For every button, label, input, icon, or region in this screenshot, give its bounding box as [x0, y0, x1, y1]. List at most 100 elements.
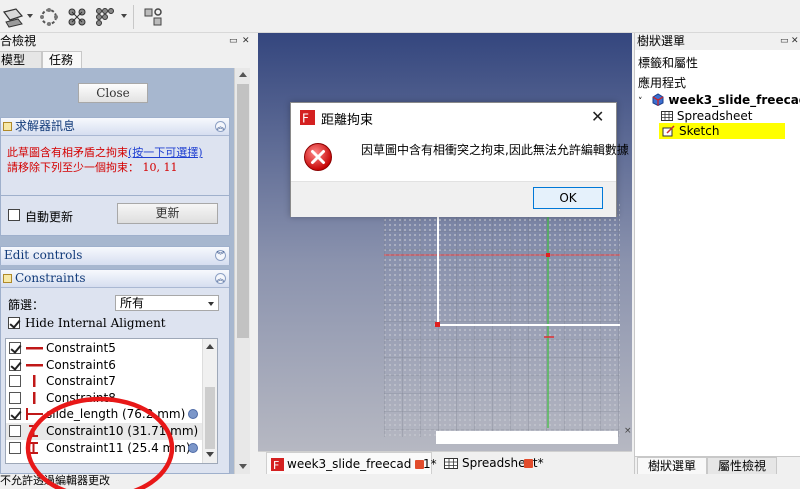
dialog-titlebar: F 距離拘束 ✕	[291, 103, 616, 131]
solver-message-line2: 請移除下列至少一個拘束： 10, 11	[7, 159, 178, 175]
scroll-down-icon[interactable]	[206, 452, 214, 457]
remove-constraint-text: 請移除下列至少一個拘束：	[7, 161, 139, 174]
tree-item-label: Sketch	[679, 124, 720, 138]
auto-update-checkbox[interactable]	[8, 209, 20, 221]
solver-messages-title: 求解器訊息	[15, 119, 76, 133]
toolbar	[0, 0, 800, 33]
svg-text:F: F	[273, 459, 279, 471]
tree-item-label: week3_slide_freecad	[668, 93, 800, 107]
sketch-icon	[662, 125, 675, 137]
constraint-list-scrollbar[interactable]	[202, 339, 217, 463]
edit-controls-title: Edit controls	[4, 248, 83, 262]
labels-header: 標籤和屬性	[638, 56, 699, 70]
folder-icon	[3, 274, 12, 283]
filter-value: 所有	[120, 296, 145, 310]
right-panel-tabs: 樹狀選單 屬性檢視	[635, 456, 800, 474]
collapse-icon[interactable]: ︽	[215, 121, 226, 132]
select-conflicts-link[interactable]: (按一下可選擇)	[128, 146, 203, 159]
tree-view-panel: 樹狀選單 ▭ ✕ 標籤和屬性 應用程式 ˅ week3_slide_freeca…	[634, 33, 800, 474]
sync-icon[interactable]	[38, 6, 60, 28]
freecad-icon: F	[300, 110, 315, 125]
tab-week3-slide-freecad[interactable]: F week3_slide_freecad : 1*	[266, 452, 437, 474]
panel-title: 樹狀選單	[635, 33, 800, 50]
panel-title: 合檢視	[0, 34, 37, 48]
ok-button[interactable]: OK	[533, 187, 603, 209]
settings-icon[interactable]	[142, 6, 164, 28]
constraints-title: Constraints	[15, 271, 86, 285]
chevron-down-icon[interactable]	[27, 14, 33, 18]
scroll-up-icon[interactable]	[239, 72, 247, 77]
grid-icon[interactable]	[66, 6, 88, 28]
freecad-icon: F	[271, 458, 284, 471]
tab-tree-view[interactable]: 樹狀選單	[637, 457, 707, 474]
auto-update-label: 自動更新	[25, 210, 74, 224]
annotation-circle	[25, 396, 175, 489]
solver-messages-header[interactable]: 求解器訊息 ︽	[1, 118, 229, 136]
horizontal-constraint-icon	[25, 342, 45, 354]
svg-text:×: ×	[624, 426, 632, 436]
folder-icon	[3, 122, 12, 131]
close-icon[interactable]: ✕	[242, 36, 250, 46]
close-button[interactable]: Close	[78, 83, 148, 103]
document-icon	[652, 93, 664, 106]
tree-item-sketch[interactable]: Sketch	[659, 123, 785, 139]
tab-tasks[interactable]: 任務	[42, 51, 82, 68]
chevron-down-icon	[208, 302, 214, 306]
constraints-header[interactable]: Constraints ︽	[1, 270, 229, 288]
distance-constraint-dialog: F 距離拘束 ✕ 因草圖中含有相衝突之拘束,因此無法允許編輯數據 OK	[290, 102, 629, 217]
edit-controls-box: Edit controls ︾	[0, 246, 230, 265]
update-button[interactable]: 更新	[117, 203, 218, 224]
close-tab-icon[interactable]	[415, 460, 424, 469]
close-tab-icon[interactable]	[524, 459, 533, 468]
solver-message-line1: 此草圖含有相矛盾之拘束(按一下可選擇)	[7, 144, 203, 160]
conflict-ids: 10, 11	[142, 161, 178, 174]
constraint-checkbox[interactable]	[9, 358, 21, 371]
svg-text:F: F	[302, 112, 309, 126]
solver-messages-box: 求解器訊息 ︽ 此草圖含有相矛盾之拘束(按一下可選擇) 請移除下列至少一個拘束：…	[0, 117, 230, 196]
application-label: 應用程式	[638, 76, 687, 90]
array-icon[interactable]	[94, 6, 116, 28]
close-icon[interactable]: ✕	[791, 36, 799, 46]
tree-item-label: Spreadsheet	[676, 109, 753, 123]
close-icon[interactable]: ✕	[591, 107, 604, 126]
hide-internal-checkbox[interactable]	[8, 317, 20, 329]
toolbar-separator	[133, 5, 134, 29]
solver-update-area: 自動更新 更新	[0, 196, 230, 236]
filter-select[interactable]: 所有	[115, 295, 219, 311]
dialog-footer: OK	[291, 181, 616, 217]
scroll-up-icon[interactable]	[206, 344, 214, 349]
tree-item-spreadsheet[interactable]: Spreadsheet	[661, 108, 752, 124]
chevron-down-icon[interactable]	[121, 14, 127, 18]
spreadsheet-icon	[444, 458, 458, 469]
scroll-thumb[interactable]	[205, 387, 215, 449]
float-icon[interactable]: ▭	[229, 36, 238, 46]
chevron-down-icon[interactable]: ˅	[638, 94, 647, 110]
filter-label: 篩選：	[8, 298, 45, 312]
collapse-icon[interactable]: ︽	[215, 273, 226, 284]
scroll-thumb[interactable]	[237, 84, 249, 338]
constraint-checkbox[interactable]	[9, 342, 21, 354]
spreadsheet-icon	[661, 111, 673, 121]
dialog-title: 距離拘束	[321, 113, 374, 128]
collapse-icon[interactable]: ︾	[215, 250, 226, 261]
task-panel-scrollbar[interactable]	[234, 68, 250, 474]
constraint-label: Constraint6	[46, 357, 116, 372]
tab-property-view[interactable]: 屬性檢視	[707, 457, 777, 474]
sketch-icon[interactable]	[2, 6, 24, 28]
document-tabs: F week3_slide_freecad : 1* Spreadsheet*	[258, 451, 632, 474]
solver-message-text: 此草圖含有相矛盾之拘束	[7, 146, 128, 159]
constraint-label: Constraint5	[46, 341, 116, 355]
error-icon	[304, 143, 332, 171]
hide-internal-label: Hide Internal Aligment	[25, 316, 166, 330]
sketch-canvas[interactable]: ×	[258, 33, 632, 451]
constraint-row[interactable]: Constraint5	[6, 340, 202, 357]
constraint-row[interactable]: Constraint6	[6, 357, 202, 374]
scroll-down-icon[interactable]	[239, 464, 247, 469]
tab-model[interactable]: 模型	[0, 51, 42, 68]
tab-spreadsheet[interactable]: Spreadsheet*	[442, 452, 544, 474]
float-icon[interactable]: ▭	[780, 36, 789, 46]
3d-view[interactable]: ×	[258, 33, 632, 451]
edit-controls-header[interactable]: Edit controls ︾	[1, 247, 229, 265]
dialog-message: 因草圖中含有相衝突之拘束,因此無法允許編輯數據	[361, 143, 629, 157]
horizontal-constraint-icon	[25, 359, 45, 371]
